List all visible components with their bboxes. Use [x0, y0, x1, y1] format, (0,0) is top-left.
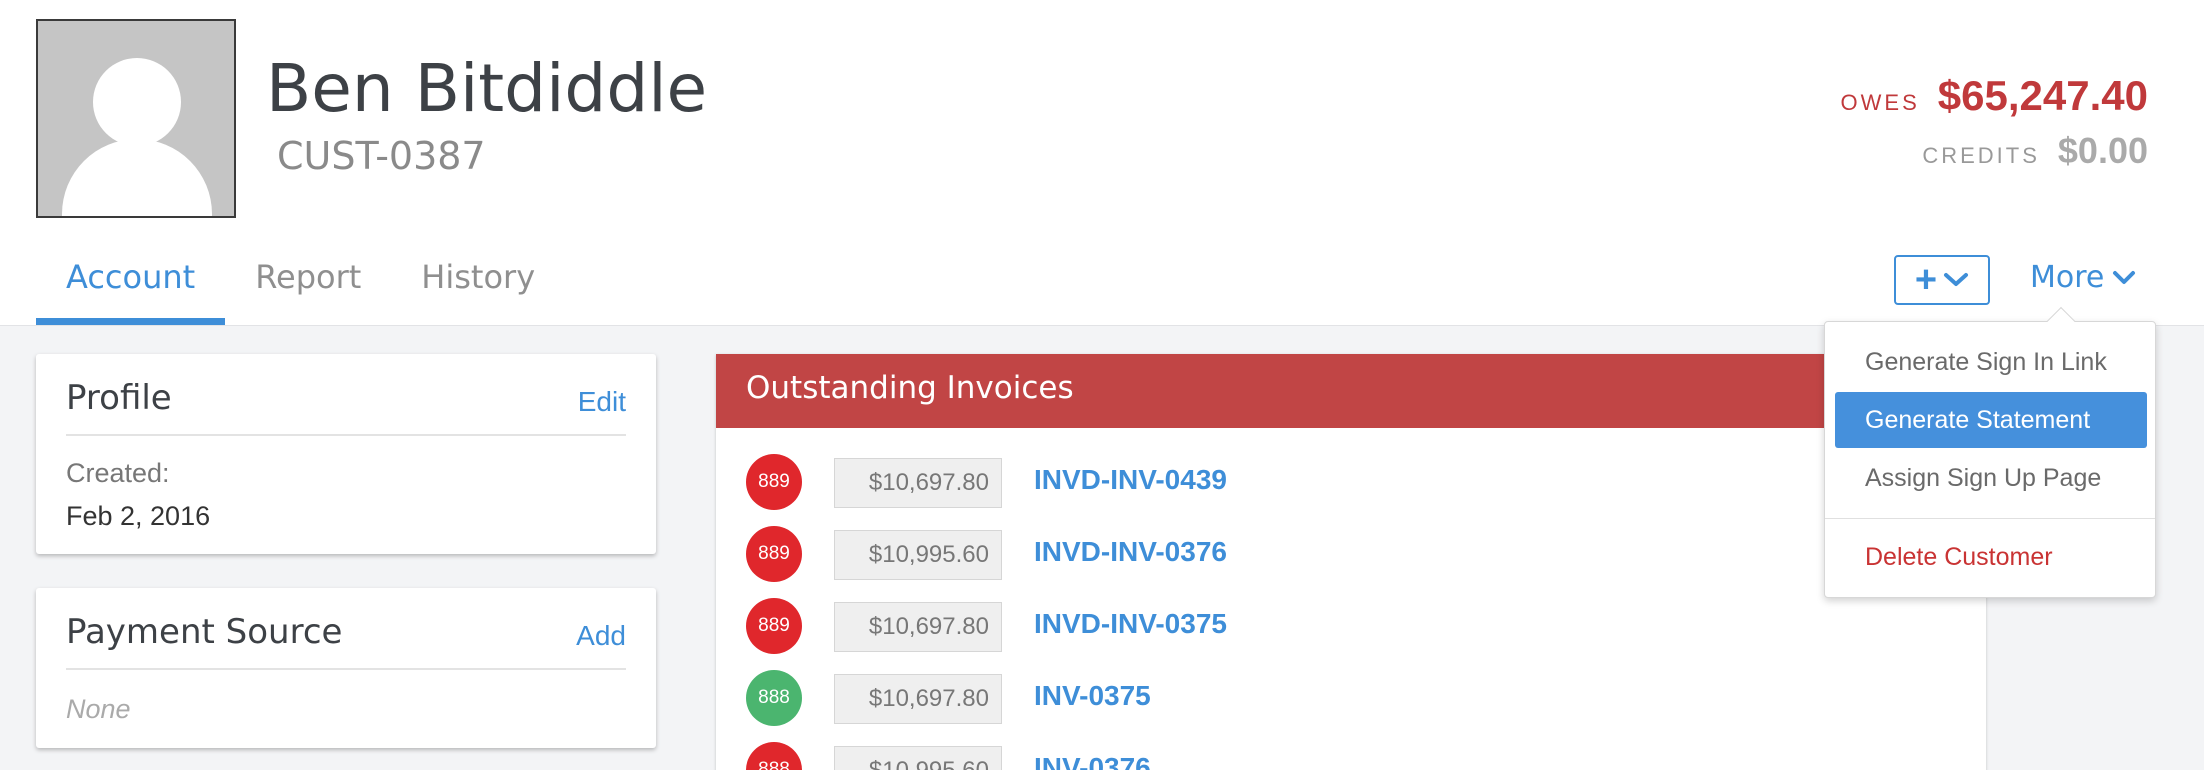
- profile-card: Profile Edit Created: Feb 2, 2016: [36, 354, 656, 554]
- invoice-status-badge: 889: [746, 454, 802, 510]
- divider: [66, 668, 626, 670]
- edit-profile-link[interactable]: Edit: [578, 386, 626, 418]
- invoice-amount: $10,697.80: [834, 458, 1002, 508]
- created-label: Created:: [66, 458, 170, 488]
- invoices-header: Outstanding Invoices: [716, 354, 1986, 428]
- customer-header: Ben Bitdiddle CUST-0387 OWES $65,247.40 …: [0, 0, 2204, 325]
- credits-label: CREDITS: [1922, 143, 2040, 168]
- credits-value: $0.00: [2057, 130, 2148, 171]
- chevron-down-icon: [2113, 270, 2136, 284]
- invoice-row: 888 $10,697.80 INV-0375: [746, 670, 1946, 726]
- menu-item-delete-customer[interactable]: Delete Customer: [1835, 529, 2147, 585]
- invoices-title: Outstanding Invoices: [746, 370, 1074, 406]
- add-new-button[interactable]: +: [1894, 255, 1990, 305]
- invoice-status-badge: 889: [746, 598, 802, 654]
- invoice-status-badge: 888: [746, 670, 802, 726]
- chevron-down-icon: [1944, 273, 1969, 286]
- payment-source-card: Payment Source Add None: [36, 588, 656, 748]
- invoice-status-badge: 888: [746, 742, 802, 770]
- avatar: [36, 19, 236, 218]
- invoice-row: 888 $10,995.60 INV-0376: [746, 742, 1946, 770]
- invoice-amount: $10,995.60: [834, 530, 1002, 580]
- avatar-body-shape: [62, 139, 212, 216]
- invoice-row: 889 $10,995.60 INVD-INV-0376: [746, 526, 1946, 582]
- avatar-head-shape: [93, 58, 181, 146]
- tab-account[interactable]: Account: [36, 250, 226, 325]
- customer-id: CUST-0387: [277, 134, 486, 178]
- menu-item-generate-sign-in-link[interactable]: Generate Sign In Link: [1835, 334, 2147, 390]
- credits-summary: CREDITS $0.00: [1922, 130, 2148, 172]
- more-button[interactable]: More: [2030, 260, 2136, 295]
- created-value: Feb 2, 2016: [66, 501, 211, 531]
- owes-summary: OWES $65,247.40: [1841, 72, 2148, 120]
- invoice-row: 889 $10,697.80 INVD-INV-0439: [746, 454, 1946, 510]
- plus-icon: +: [1914, 259, 1938, 301]
- invoice-link[interactable]: INV-0376: [1034, 752, 1151, 770]
- menu-divider: [1825, 518, 2155, 519]
- payment-source-title: Payment Source: [66, 612, 343, 652]
- invoice-link[interactable]: INVD-INV-0375: [1034, 608, 1227, 640]
- customer-name: Ben Bitdiddle: [266, 50, 708, 127]
- divider: [66, 434, 626, 436]
- payment-source-value: None: [66, 694, 131, 724]
- invoice-link[interactable]: INVD-INV-0439: [1034, 464, 1227, 496]
- tab-history[interactable]: History: [391, 250, 565, 325]
- tab-bar: Account Report History: [36, 250, 565, 325]
- invoice-amount: $10,995.60: [834, 746, 1002, 770]
- owes-value: $65,247.40: [1937, 72, 2148, 119]
- invoice-amount: $10,697.80: [834, 602, 1002, 652]
- invoice-link[interactable]: INV-0375: [1034, 680, 1151, 712]
- invoice-status-badge: 889: [746, 526, 802, 582]
- menu-item-assign-sign-up-page[interactable]: Assign Sign Up Page: [1835, 450, 2147, 506]
- menu-item-generate-statement[interactable]: Generate Statement: [1835, 392, 2147, 448]
- more-label: More: [2030, 260, 2105, 295]
- add-payment-source-link[interactable]: Add: [576, 620, 626, 652]
- invoice-row: 889 $10,697.80 INVD-INV-0375: [746, 598, 1946, 654]
- profile-title: Profile: [66, 378, 172, 418]
- tab-report[interactable]: Report: [225, 250, 391, 325]
- owes-label: OWES: [1840, 90, 1920, 115]
- outstanding-invoices-panel: Outstanding Invoices 889 $10,697.80 INVD…: [716, 354, 1986, 770]
- invoice-link[interactable]: INVD-INV-0376: [1034, 536, 1227, 568]
- invoice-amount: $10,697.80: [834, 674, 1002, 724]
- more-menu: Generate Sign In Link Generate Statement…: [1824, 306, 2156, 598]
